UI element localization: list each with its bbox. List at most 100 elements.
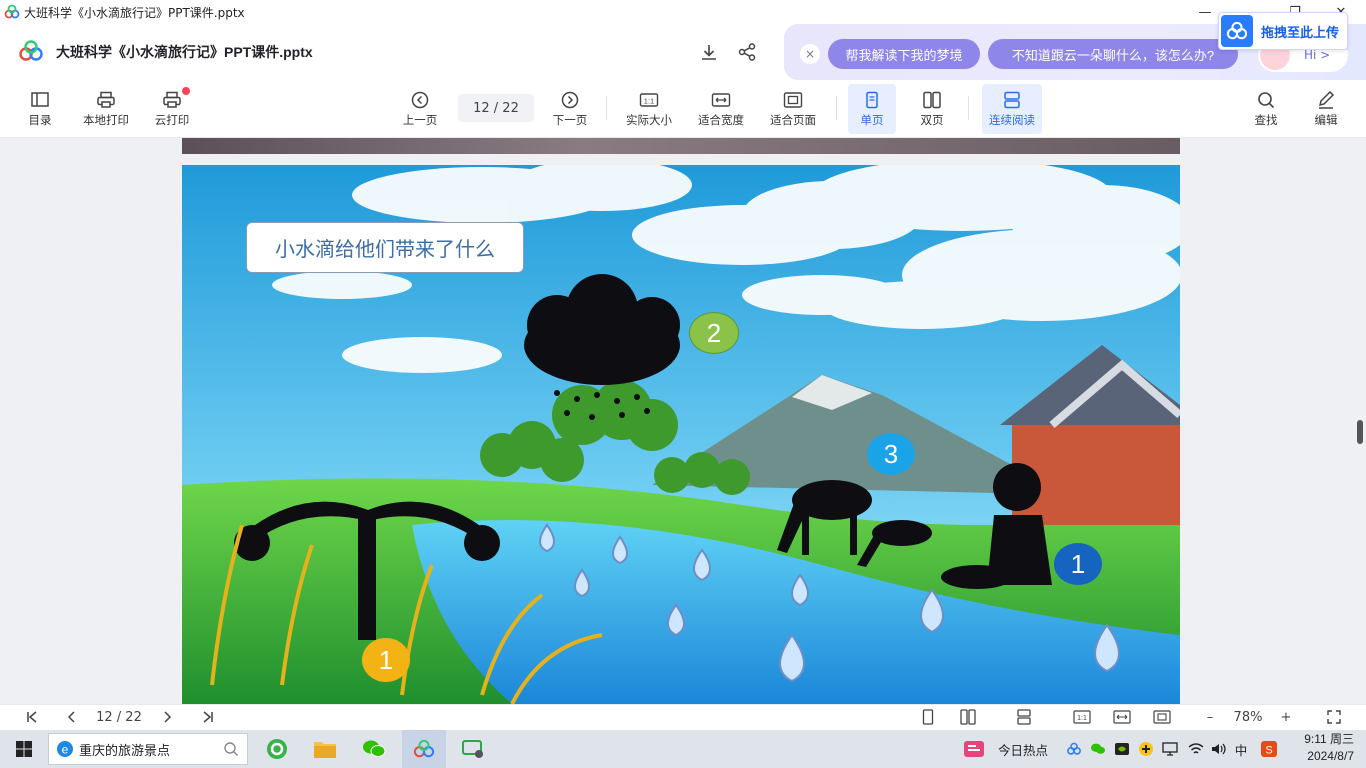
tray-netdisk[interactable] [1064, 730, 1084, 768]
single-page-button[interactable]: 单页 [848, 84, 896, 134]
taskbar-360-browser[interactable] [258, 730, 296, 768]
baidu-netdisk-icon [413, 739, 435, 758]
previous-slide-edge [182, 138, 1180, 154]
badge-1-washing: 1 [1054, 543, 1102, 585]
search-text: 重庆的旅游景点 [79, 742, 171, 758]
taskbar-baidu-netdisk[interactable] [402, 730, 446, 768]
windows-taskbar: e 重庆的旅游景点 今日热点 中 S 9:11 周三 2024/8/7 [0, 730, 1366, 768]
drag-upload-button[interactable]: 拖拽至此上传 [1218, 12, 1348, 50]
sogou-input-icon: S [1261, 741, 1277, 757]
tray-plus-app[interactable] [1136, 730, 1156, 768]
first-page-button[interactable] [20, 704, 44, 730]
wechat-icon [363, 740, 386, 757]
app-logo-icon [4, 4, 20, 19]
zoom-level[interactable]: 78% [1228, 704, 1268, 730]
hot-news-label: 今日热点 [997, 743, 1048, 758]
wechat-tray-icon [1091, 743, 1105, 754]
share-button[interactable] [735, 40, 759, 64]
tray-volume[interactable] [1208, 730, 1228, 768]
fit-page-button[interactable]: 适合页面 [764, 80, 822, 138]
tray-hot-news[interactable]: 今日热点 [992, 730, 1054, 768]
system-clock[interactable]: 9:11 周三 2024/8/7 [1290, 731, 1354, 767]
first-page-icon [27, 711, 37, 723]
document-viewport[interactable]: 小水滴给他们带来了什么 1 2 3 1 [0, 138, 1366, 704]
viewer-toolbar [0, 80, 1366, 138]
fit-width-button[interactable]: 适合宽度 [692, 80, 750, 138]
status-fit-width-button[interactable] [1108, 704, 1136, 730]
display-icon [1162, 742, 1178, 756]
ai-suggestion-chip-chat[interactable]: 不知道跟云一朵聊什么，该怎么办? [988, 39, 1238, 69]
taskbar-wechat[interactable] [354, 730, 394, 768]
baidu-netdisk-tray-icon [1067, 742, 1081, 755]
status-fit-page-button[interactable] [1148, 704, 1176, 730]
download-button[interactable] [697, 40, 721, 64]
status-single-page-button[interactable] [916, 704, 940, 730]
status-double-page-button[interactable] [956, 704, 980, 730]
ai-panel-close-button[interactable]: × [800, 44, 820, 64]
nvidia-icon [1115, 743, 1129, 755]
cloud-printer-icon [163, 91, 181, 108]
zoom-in-button[interactable]: + [1276, 704, 1296, 730]
last-page-button[interactable] [196, 704, 220, 730]
slide-12: 小水滴给他们带来了什么 1 2 3 1 [182, 165, 1180, 704]
continuous-read-icon [1004, 91, 1020, 108]
vertical-scrollbar-thumb[interactable] [1357, 420, 1363, 444]
double-page-button[interactable]: 双页 [910, 80, 954, 138]
fit-width-label: 适合宽度 [698, 114, 744, 127]
zoom-out-button[interactable]: – [1200, 704, 1220, 730]
fit-page-label: 适合页面 [770, 114, 816, 127]
actual-size-icon: 1:1 [1073, 710, 1091, 724]
toc-button[interactable]: 目录 [20, 80, 60, 138]
continuous-read-button[interactable]: 连续阅读 [982, 84, 1042, 134]
svg-text:S: S [1265, 745, 1272, 757]
page-number-input[interactable]: 12 / 22 [458, 94, 534, 122]
toc-label: 目录 [28, 114, 52, 127]
upload-label: 拖拽至此上传 [1261, 24, 1340, 40]
tray-sogou[interactable]: S [1258, 730, 1280, 768]
screen-recorder-icon [462, 740, 483, 758]
status-continuous-button[interactable] [1012, 704, 1036, 730]
notification-dot [182, 87, 190, 95]
fullscreen-button[interactable] [1322, 704, 1346, 730]
edit-label: 编辑 [1314, 114, 1338, 127]
prev-page-button[interactable]: 上一页 [398, 80, 442, 138]
fit-width-icon [711, 92, 731, 107]
last-page-icon [203, 711, 213, 723]
toolbar-divider [836, 96, 837, 120]
folder-icon [314, 742, 336, 758]
start-button[interactable] [6, 730, 42, 768]
prev-page-small-button[interactable] [60, 704, 84, 730]
windows-logo-icon [16, 741, 32, 757]
prev-page-label: 上一页 [402, 114, 438, 127]
taskbar-search-box[interactable]: e 重庆的旅游景点 [48, 733, 248, 765]
local-print-button[interactable]: 本地打印 [78, 80, 134, 138]
volume-icon [1212, 743, 1226, 755]
continuous-read-label: 连续阅读 [989, 114, 1035, 127]
tray-wifi[interactable] [1186, 730, 1206, 768]
tray-display[interactable] [1160, 730, 1180, 768]
chevron-right-icon [164, 711, 172, 723]
edit-button[interactable]: 编辑 [1306, 80, 1346, 138]
actual-size-button[interactable]: 1:1 实际大小 [620, 80, 678, 138]
plus-badge-icon [1139, 742, 1153, 756]
find-button[interactable]: 查找 [1246, 80, 1286, 138]
ai-suggestion-chip-dream[interactable]: 帮我解读下我的梦境 [828, 39, 980, 69]
news-icon [964, 741, 984, 757]
double-page-icon [960, 709, 976, 725]
next-page-button[interactable]: 下一页 [548, 80, 592, 138]
tray-news-app[interactable] [960, 730, 988, 768]
find-label: 查找 [1254, 114, 1278, 127]
search-icon [1258, 91, 1275, 108]
taskbar-screen-recorder[interactable] [454, 730, 492, 768]
clock-time: 9:11 周三 [1304, 732, 1354, 746]
status-actual-size-button[interactable]: 1:1 [1068, 704, 1096, 730]
search-icon [224, 742, 238, 756]
slide-title: 小水滴给他们带来了什么 [246, 222, 524, 273]
tray-nvidia[interactable] [1112, 730, 1132, 768]
assistant-greeting: Hi > [1304, 48, 1331, 62]
tray-wechat[interactable] [1088, 730, 1108, 768]
taskbar-file-explorer[interactable] [306, 730, 344, 768]
next-page-small-button[interactable] [155, 704, 179, 730]
double-page-icon [923, 91, 941, 108]
tray-ime[interactable]: 中 [1230, 730, 1252, 768]
